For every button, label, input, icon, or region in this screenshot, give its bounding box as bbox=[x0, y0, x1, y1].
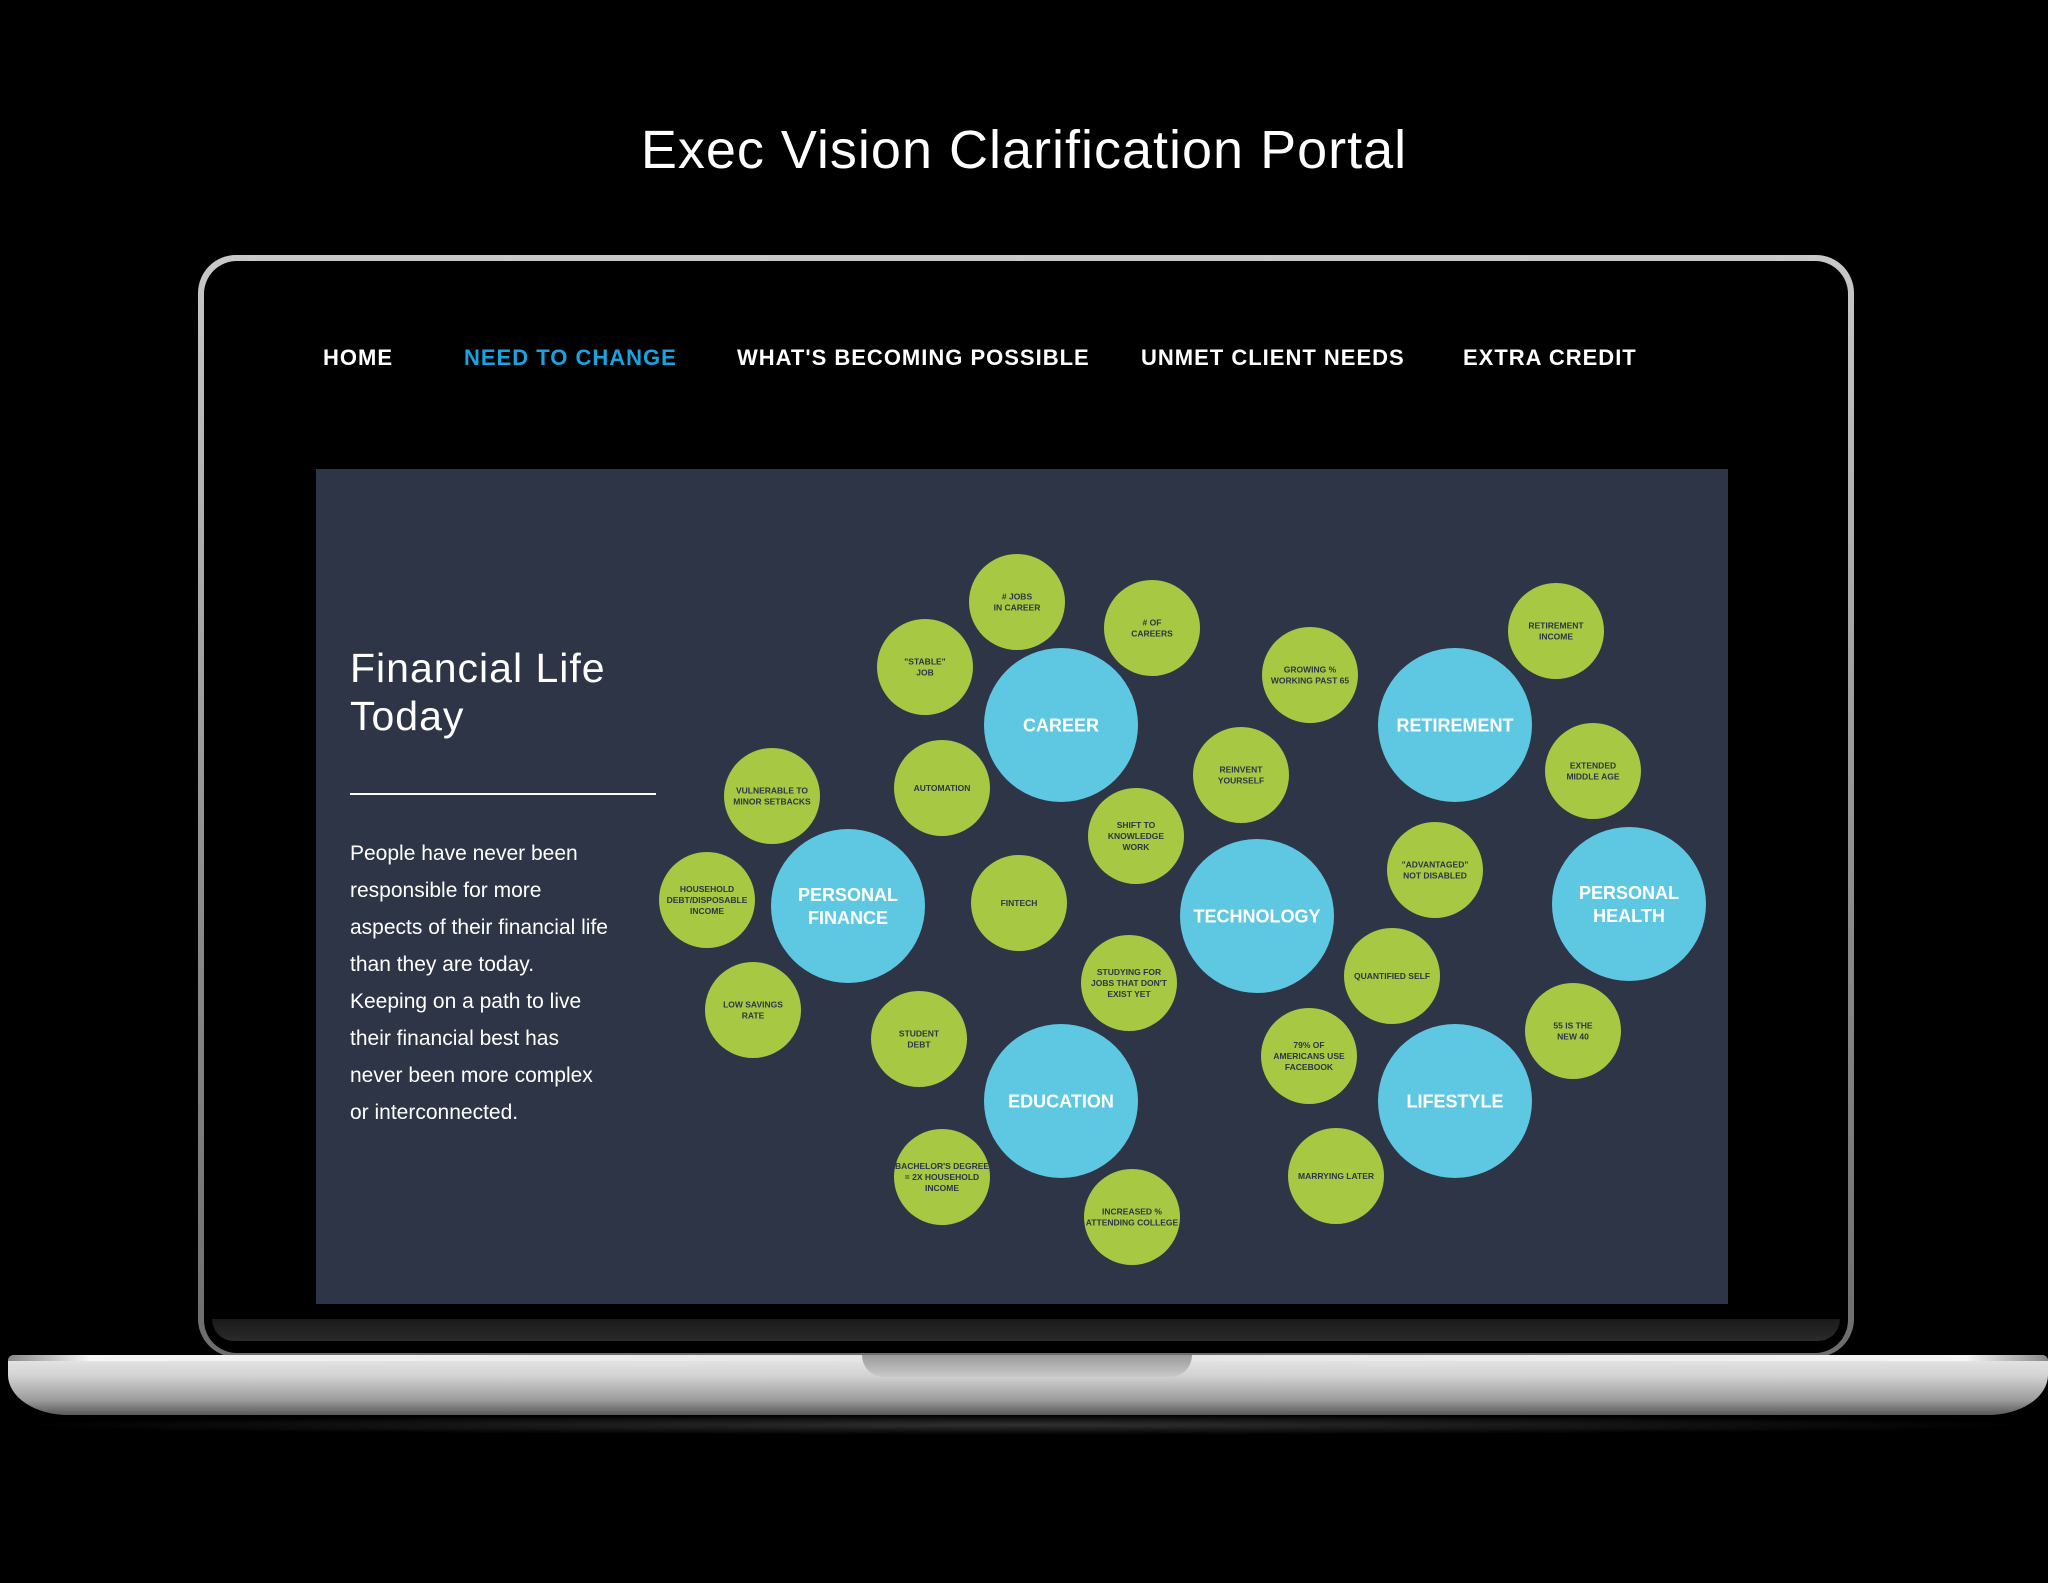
sub-bubble-label: EXIST YET bbox=[1107, 989, 1151, 999]
main-bubble-label: FINANCE bbox=[808, 908, 888, 928]
sub-bubble-label: CAREERS bbox=[1131, 629, 1173, 639]
sub-bubble-fintech: FINTECH bbox=[971, 855, 1067, 951]
sub-bubble-retirement-income: RETIREMENTINCOME bbox=[1508, 583, 1604, 679]
sub-bubble-label: STUDYING FOR bbox=[1097, 967, 1161, 977]
sub-bubble-label: "ADVANTAGED" bbox=[1402, 860, 1469, 870]
sub-bubble-label: REINVENT bbox=[1220, 765, 1264, 775]
main-bubble-label: CAREER bbox=[1023, 715, 1099, 735]
main-bubble-personal-finance: PERSONAL FINANCE bbox=[771, 829, 925, 983]
main-bubble-label: EDUCATION bbox=[1008, 1091, 1114, 1111]
nav-item-extra-credit[interactable]: EXTRA CREDIT bbox=[1463, 340, 1637, 376]
sub-bubble-marrying-later: MARRYING LATER bbox=[1288, 1128, 1384, 1224]
sub-bubble-label: INCOME bbox=[1539, 632, 1573, 642]
sub-bubble-label: BACHELOR'S DEGREE bbox=[895, 1161, 989, 1171]
sub-bubble-label: NOT DISABLED bbox=[1403, 871, 1467, 881]
sub-bubble-reinvent: REINVENTYOURSELF bbox=[1193, 727, 1289, 823]
laptop-shadow bbox=[0, 1415, 2048, 1435]
main-bubble-label: TECHNOLOGY bbox=[1193, 906, 1320, 926]
sub-bubble-label: DEBT/DISPOSABLE bbox=[667, 895, 748, 905]
page-title: Exec Vision Clarification Portal bbox=[640, 120, 1408, 180]
sub-bubble-label: YOURSELF bbox=[1218, 776, 1264, 786]
sub-bubble-advantaged: "ADVANTAGED"NOT DISABLED bbox=[1387, 822, 1483, 918]
sub-bubble-label: AUTOMATION bbox=[914, 783, 971, 793]
main-bubble-circle bbox=[1552, 827, 1706, 981]
sub-bubble-stable-job: "STABLE"JOB bbox=[877, 619, 973, 715]
nav-item-need-to-change[interactable]: NEED TO CHANGE bbox=[464, 340, 677, 376]
sub-bubble-label: STUDENT bbox=[899, 1029, 940, 1039]
sub-bubble-quantified-self: QUANTIFIED SELF bbox=[1344, 928, 1440, 1024]
sub-bubble-label: MINOR SETBACKS bbox=[733, 797, 811, 807]
bubble-diagram: CAREER RETIREMENT PERSONAL FINANCE TECHNOLOG… bbox=[659, 554, 1706, 1265]
sub-bubble-label: JOB bbox=[916, 668, 933, 678]
sub-bubble-label: = 2X HOUSEHOLD bbox=[905, 1172, 979, 1182]
sub-bubble-vulnerable: VULNERABLE TOMINOR SETBACKS bbox=[724, 748, 820, 844]
sub-bubble-label: 55 IS THE bbox=[1553, 1021, 1593, 1031]
sub-bubble-label: 79% OF bbox=[1293, 1040, 1324, 1050]
sub-bubble-label: INCREASED % bbox=[1102, 1207, 1162, 1217]
sub-bubble-label: HOUSEHOLD bbox=[680, 884, 734, 894]
sub-bubble-label: FACEBOOK bbox=[1285, 1062, 1334, 1072]
main-bubble-label: LIFESTYLE bbox=[1406, 1091, 1503, 1111]
sub-bubble-knowledge-work: SHIFT TOKNOWLEDGEWORK bbox=[1088, 788, 1184, 884]
sub-bubble-label: QUANTIFIED SELF bbox=[1354, 971, 1430, 981]
sub-bubble-automation: AUTOMATION bbox=[894, 740, 990, 836]
sub-bubble-attending-college: INCREASED %ATTENDING COLLEGE bbox=[1084, 1169, 1180, 1265]
main-bubble-personal-health: PERSONAL HEALTH bbox=[1552, 827, 1706, 981]
sub-bubble-label: WORK bbox=[1123, 842, 1151, 852]
sub-bubble-extended-middle-age: EXTENDEDMIDDLE AGE bbox=[1545, 723, 1641, 819]
sub-bubble-household-debt: HOUSEHOLDDEBT/DISPOSABLEINCOME bbox=[659, 852, 755, 948]
main-bubble-label: PERSONAL bbox=[1579, 883, 1679, 903]
sub-bubble-label: ATTENDING COLLEGE bbox=[1086, 1218, 1179, 1228]
sub-bubble-jobs-in-career: # JOBSIN CAREER bbox=[969, 554, 1065, 650]
nav-item-home[interactable]: HOME bbox=[323, 340, 393, 376]
sub-bubble-label: IN CAREER bbox=[994, 603, 1041, 613]
sub-bubble-label: GROWING % bbox=[1284, 665, 1337, 675]
nav-item-unmet-client-needs[interactable]: UNMET CLIENT NEEDS bbox=[1141, 340, 1405, 376]
laptop-bezel bbox=[212, 1319, 1840, 1341]
main-bubble-label: PERSONAL bbox=[798, 885, 898, 905]
sub-bubble-label: KNOWLEDGE bbox=[1108, 831, 1165, 841]
sub-bubble-label: "STABLE" bbox=[904, 657, 945, 667]
sub-bubble-label: VULNERABLE TO bbox=[736, 786, 808, 796]
sub-bubble-americans-facebook: 79% OFAMERICANS USEFACEBOOK bbox=[1261, 1008, 1357, 1104]
main-bubble-technology: TECHNOLOGY bbox=[1180, 839, 1334, 993]
sub-bubble-label: EXTENDED bbox=[1570, 761, 1616, 771]
main-bubble-education: EDUCATION bbox=[984, 1024, 1138, 1178]
sub-bubble-label: JOBS THAT DON'T bbox=[1091, 978, 1168, 988]
main-bubble-label: HEALTH bbox=[1593, 906, 1665, 926]
sub-bubble-label: AMERICANS USE bbox=[1273, 1051, 1345, 1061]
sub-bubble-label: LOW SAVINGS bbox=[723, 1000, 783, 1010]
sub-bubble-label: INCOME bbox=[690, 906, 724, 916]
sub-bubble-label: INCOME bbox=[925, 1183, 959, 1193]
nav-item-whats-becoming-possible[interactable]: WHAT'S BECOMING POSSIBLE bbox=[737, 340, 1090, 376]
sub-bubble-label: RETIREMENT bbox=[1528, 621, 1584, 631]
sub-bubble-studying-jobs: STUDYING FORJOBS THAT DON'TEXIST YET bbox=[1081, 935, 1177, 1031]
sub-bubble-student-debt: STUDENTDEBT bbox=[871, 991, 967, 1087]
sub-bubble-label: WORKING PAST 65 bbox=[1271, 676, 1350, 686]
sub-bubble-label: # JOBS bbox=[1002, 592, 1033, 602]
sub-bubble-label: RATE bbox=[742, 1011, 765, 1021]
main-bubble-circle bbox=[771, 829, 925, 983]
sub-bubble-label: SHIFT TO bbox=[1117, 820, 1156, 830]
laptop-notch bbox=[862, 1355, 1192, 1377]
main-bubble-retirement: RETIREMENT bbox=[1378, 648, 1532, 802]
sub-bubble-label: NEW 40 bbox=[1557, 1032, 1589, 1042]
sub-bubble-low-savings: LOW SAVINGSRATE bbox=[705, 962, 801, 1058]
sub-bubble-label: DEBT bbox=[907, 1040, 931, 1050]
sub-bubble-label: FINTECH bbox=[1001, 898, 1038, 908]
sub-bubble-label: # OF bbox=[1143, 618, 1162, 628]
main-bubble-label: RETIREMENT bbox=[1397, 715, 1514, 735]
sub-bubble-label: MIDDLE AGE bbox=[1566, 772, 1619, 782]
sub-bubble-growing-working: GROWING %WORKING PAST 65 bbox=[1262, 627, 1358, 723]
content-panel: Financial Life Today People have never b… bbox=[316, 469, 1728, 1304]
main-bubble-career: CAREER bbox=[984, 648, 1138, 802]
main-bubble-lifestyle: LIFESTYLE bbox=[1378, 1024, 1532, 1178]
sub-bubble-label: MARRYING LATER bbox=[1298, 1171, 1374, 1181]
sub-bubble-55-new-40: 55 IS THENEW 40 bbox=[1525, 983, 1621, 1079]
sub-bubble-of-careers: # OFCAREERS bbox=[1104, 580, 1200, 676]
sub-bubble-bachelors: BACHELOR'S DEGREE= 2X HOUSEHOLDINCOME bbox=[894, 1129, 990, 1225]
